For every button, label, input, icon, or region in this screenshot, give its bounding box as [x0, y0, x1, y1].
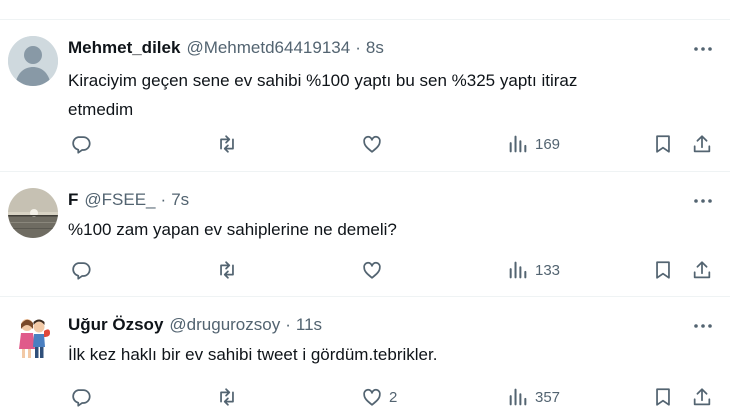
tweet-header: Uğur Özsoy @drugurozsoy · 11s: [68, 314, 322, 336]
cartoon-couple-avatar-image: [8, 313, 58, 363]
views-count: 357: [535, 388, 561, 406]
bookmark-icon: [656, 135, 670, 153]
share-button[interactable]: [691, 383, 713, 411]
share-button[interactable]: [691, 256, 713, 284]
retweet-button[interactable]: [216, 256, 238, 284]
views-icon: [509, 135, 527, 153]
timestamp[interactable]: 7s: [171, 190, 189, 210]
views-icon: [509, 388, 527, 406]
views-count: 133: [535, 261, 561, 279]
bookmark-icon: [656, 261, 670, 279]
share-icon: [693, 135, 711, 153]
share-icon: [693, 388, 711, 406]
more-button[interactable]: [692, 190, 714, 212]
retweet-button[interactable]: [216, 383, 238, 411]
separator-dot: ·: [285, 315, 291, 334]
more-button[interactable]: [692, 315, 714, 337]
tweet-actions: 169: [0, 130, 730, 158]
timestamp[interactable]: 11s: [296, 315, 322, 335]
like-count: 2: [389, 388, 398, 406]
avatar[interactable]: [8, 313, 58, 363]
bookmark-icon: [656, 388, 670, 406]
retweet-button[interactable]: [216, 130, 238, 158]
like-button[interactable]: [361, 130, 389, 158]
more-icon: [694, 199, 712, 203]
tweet-actions: 2 357: [0, 383, 730, 411]
reply-button[interactable]: [70, 130, 92, 158]
bookmark-button[interactable]: [652, 383, 674, 411]
tweet[interactable]: Mehmet_dilek @Mehmetd64419134 · 8s Kirac…: [0, 20, 730, 172]
tweet[interactable]: F @FSEE_ · 7s %100 zam yapan ev sahipler…: [0, 172, 730, 297]
reply-icon: [72, 389, 91, 407]
share-icon: [693, 261, 711, 279]
tweet-header: F @FSEE_ · 7s: [68, 189, 189, 211]
tweet-text: İlk kez haklı bir ev sahibi tweet i görd…: [68, 345, 438, 364]
sunset-avatar-image: [8, 188, 58, 238]
views-count: 169: [535, 135, 561, 153]
bookmark-button[interactable]: [652, 256, 674, 284]
bookmark-button[interactable]: [652, 130, 674, 158]
like-icon: [363, 388, 381, 406]
tweet-feed: Mehmet_dilek @Mehmetd64419134 · 8s Kirac…: [0, 0, 730, 420]
views-icon: [509, 261, 527, 279]
reply-button[interactable]: [70, 383, 92, 411]
like-button[interactable]: 2: [361, 383, 397, 411]
separator-dot: ·: [355, 38, 361, 57]
reply-icon: [72, 262, 91, 280]
tweet-header: Mehmet_dilek @Mehmetd64419134 · 8s: [68, 37, 384, 59]
retweet-icon: [220, 261, 234, 279]
timestamp[interactable]: 8s: [366, 38, 384, 58]
more-button[interactable]: [692, 38, 714, 60]
avatar[interactable]: [8, 36, 58, 86]
more-icon: [694, 47, 712, 51]
more-icon: [694, 324, 712, 328]
user-handle[interactable]: @Mehmetd64419134: [186, 38, 350, 58]
views-button[interactable]: 169: [507, 130, 560, 158]
tweet-text: Kiraciyim geçen sene ev sahibi %100 yapt…: [68, 71, 578, 119]
share-button[interactable]: [691, 130, 713, 158]
display-name[interactable]: Mehmet_dilek: [68, 38, 180, 58]
tweet-text: %100 zam yapan ev sahiplerine ne demeli?: [68, 220, 397, 239]
display-name[interactable]: F: [68, 190, 78, 210]
like-button[interactable]: [361, 256, 389, 284]
default-avatar-icon: [8, 36, 58, 86]
views-button[interactable]: 357: [507, 383, 560, 411]
tweet[interactable]: Uğur Özsoy @drugurozsoy · 11s İlk kez ha…: [0, 297, 730, 420]
views-button[interactable]: 133: [507, 256, 560, 284]
display-name[interactable]: Uğur Özsoy: [68, 315, 163, 335]
separator-dot: ·: [160, 190, 167, 209]
user-handle[interactable]: @drugurozsoy: [169, 315, 280, 335]
like-icon: [363, 135, 381, 153]
retweet-icon: [220, 135, 234, 153]
user-handle[interactable]: @FSEE_: [84, 190, 155, 210]
reply-button[interactable]: [70, 256, 92, 284]
avatar[interactable]: [8, 188, 58, 238]
tweet-actions: 133: [0, 256, 730, 284]
reply-icon: [72, 136, 91, 154]
like-icon: [363, 261, 381, 279]
retweet-icon: [220, 388, 234, 406]
